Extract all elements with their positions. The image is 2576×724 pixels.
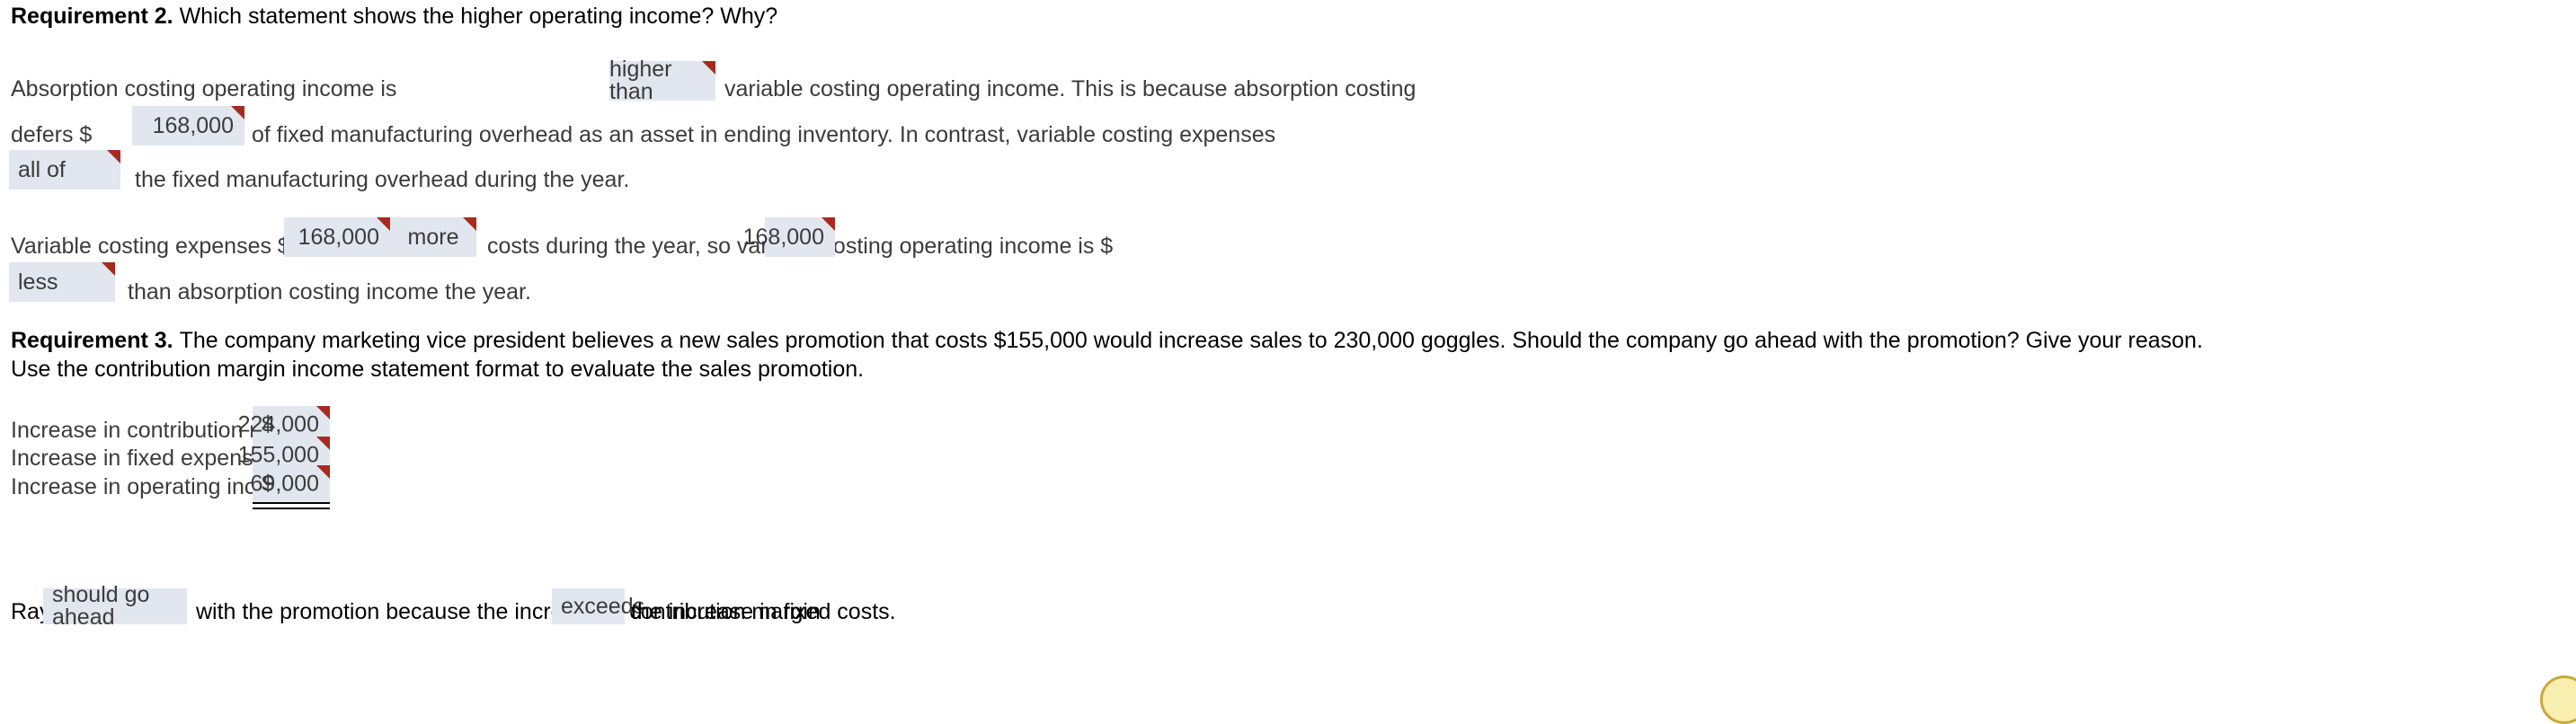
field-variable-expense-amount-value: 168,000 bbox=[298, 224, 379, 250]
field-expense-direction[interactable]: more bbox=[390, 217, 476, 257]
requirement-3-question: The company marketing vice president bel… bbox=[179, 328, 2203, 353]
red-corner-flag-icon bbox=[231, 106, 244, 119]
total-rule-upper bbox=[253, 502, 330, 504]
requirement-3-label: Requirement 3. bbox=[11, 328, 180, 353]
field-variable-expense-amount[interactable]: 168,000 bbox=[284, 217, 390, 257]
p1-segment-3: defers $ bbox=[11, 122, 93, 147]
requirement-2-label: Requirement 2. bbox=[11, 4, 180, 29]
p2-segment-1: Variable costing expenses $ bbox=[11, 234, 290, 259]
field-expense-direction-value: more bbox=[407, 224, 459, 250]
conclusion-segment-3: the increase in fixed costs. bbox=[631, 599, 896, 624]
p1-segment-4: of fixed manufacturing overhead as an as… bbox=[252, 122, 1276, 147]
field-comparison-absorption-value: higher than bbox=[609, 57, 672, 104]
field-promotion-decision[interactable]: should go ahead bbox=[43, 584, 187, 629]
requirement-3-instruction: Use the contribution margin income state… bbox=[11, 357, 865, 382]
field-income-difference[interactable]: 168,000 bbox=[743, 217, 835, 257]
red-corner-flag-icon bbox=[316, 465, 330, 479]
field-income-difference-value: 168,000 bbox=[742, 224, 824, 250]
red-corner-flag-icon bbox=[107, 150, 120, 163]
p2-segment-3: than absorption costing income the year. bbox=[128, 279, 531, 305]
red-corner-flag-icon bbox=[316, 437, 330, 450]
total-rule-lower bbox=[253, 508, 330, 509]
field-comparison-absorption[interactable]: higher than bbox=[609, 57, 715, 104]
red-corner-flag-icon bbox=[702, 61, 715, 75]
table-cell-value-2: 69,000 bbox=[250, 471, 319, 497]
field-promotion-decision-value: should go ahead bbox=[52, 582, 150, 630]
corner-orb-decoration bbox=[2540, 675, 2576, 724]
p1-segment-5: the fixed manufacturing overhead during … bbox=[135, 167, 630, 192]
field-overhead-portion[interactable]: all of bbox=[9, 150, 120, 190]
field-overhead-portion-value: all of bbox=[18, 156, 66, 182]
field-income-relation-value: less bbox=[18, 269, 58, 295]
worksheet-page: Requirement 2. Which statement shows the… bbox=[0, 0, 2576, 724]
red-corner-flag-icon bbox=[822, 217, 835, 231]
field-deferred-amount[interactable]: 168,000 bbox=[132, 106, 244, 146]
field-deferred-amount-value: 168,000 bbox=[152, 112, 234, 138]
p1-segment-2: variable costing operating income. This … bbox=[724, 76, 1417, 102]
table-cell-value-0: 224,000 bbox=[237, 411, 319, 437]
field-income-relation[interactable]: less bbox=[9, 262, 115, 302]
table-row[interactable]: $ 69,000 bbox=[250, 465, 330, 503]
table-cell-value-1: 155,000 bbox=[237, 442, 319, 468]
red-corner-flag-icon bbox=[377, 217, 390, 231]
field-margin-comparison[interactable]: exceeds bbox=[552, 588, 644, 624]
p1-segment-1: Absorption costing operating income is bbox=[11, 76, 397, 102]
requirement-2-heading: Requirement 2. Which statement shows the… bbox=[11, 5, 777, 28]
requirement-2-question: Which statement shows the higher operati… bbox=[179, 4, 778, 29]
requirement-3-heading: Requirement 3. The company marketing vic… bbox=[11, 330, 2203, 352]
red-corner-flag-icon bbox=[463, 217, 476, 231]
table-row-label-1: Increase in fixed expenses bbox=[11, 446, 278, 471]
red-corner-flag-icon bbox=[316, 406, 330, 419]
red-corner-flag-icon bbox=[102, 262, 115, 276]
